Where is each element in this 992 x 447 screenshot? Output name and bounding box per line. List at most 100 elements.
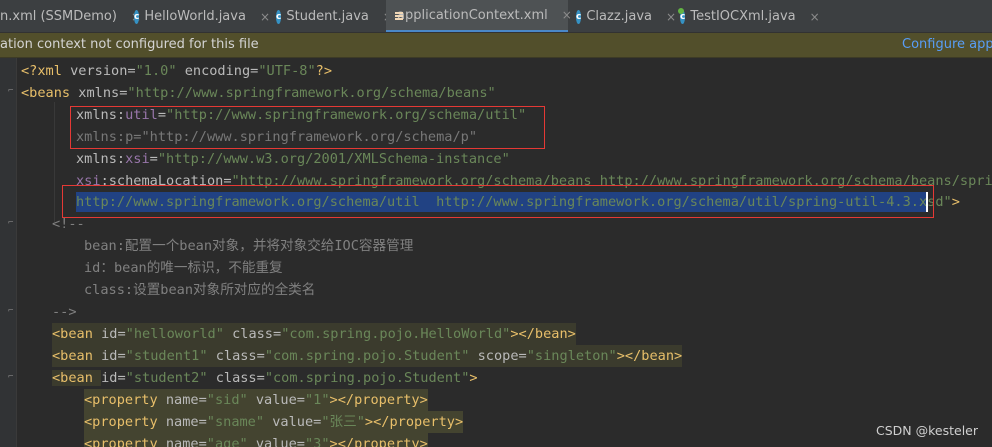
token: <!-- bbox=[52, 216, 85, 232]
token: "http://www.springframework.org/schema/b… bbox=[127, 85, 496, 101]
token: bean:配置一个bean对象，并将对象交给IOC容器管理 bbox=[84, 238, 414, 254]
indent-guide bbox=[54, 102, 55, 222]
token: = bbox=[149, 151, 158, 167]
tab-testiocxml-java[interactable]: c TestIOCXml.java × bbox=[674, 0, 820, 32]
token: "UTF-8" bbox=[258, 63, 316, 79]
test-class-icon: c bbox=[677, 7, 686, 24]
tab-label: Student.java bbox=[286, 9, 369, 24]
code-line: <bean id="student2" class="com.spring.po… bbox=[52, 367, 478, 389]
token: "1" bbox=[304, 392, 330, 408]
token: <bean bbox=[52, 370, 102, 386]
tab-clazz-java[interactable]: c Clazz.java × bbox=[570, 0, 676, 32]
tab-label: applicationContext.xml bbox=[397, 7, 548, 23]
token: ></property> bbox=[329, 392, 428, 408]
token: "sname" bbox=[206, 414, 265, 430]
token: "3" bbox=[304, 436, 330, 447]
editor-tab-bar: n.xml (SSMDemo) × c HelloWorld.java × c … bbox=[0, 0, 992, 33]
token: value= bbox=[264, 414, 322, 430]
class-c-icon: c bbox=[276, 9, 282, 24]
token: "sid" bbox=[206, 392, 248, 408]
fold-icon[interactable]: ⌐ bbox=[8, 306, 13, 316]
token: id：bean的唯一标识，不能重复 bbox=[84, 260, 283, 276]
token: value= bbox=[247, 392, 305, 408]
token: id= bbox=[101, 326, 126, 342]
token: <property bbox=[84, 392, 166, 408]
token: <?xml bbox=[21, 63, 71, 79]
token: --> bbox=[52, 304, 77, 320]
token: > bbox=[951, 194, 960, 210]
token: <beans bbox=[21, 85, 79, 101]
close-icon[interactable]: × bbox=[260, 10, 270, 24]
token: "http://www.w3.org/2001/XMLSchema-instan… bbox=[157, 151, 510, 167]
token: "张三" bbox=[321, 414, 365, 430]
tab-label: n.xml (SSMDemo) bbox=[0, 9, 117, 24]
configure-link[interactable]: Configure appli bbox=[902, 37, 992, 52]
ide-window: n.xml (SSMDemo) × c HelloWorld.java × c … bbox=[0, 0, 992, 447]
code-line: <property name="age" value="3"></propert… bbox=[84, 433, 428, 447]
code-line: class:设置bean对象所对应的全类名 bbox=[84, 279, 315, 301]
token: "helloworld" bbox=[125, 326, 224, 342]
code-line: id：bean的唯一标识，不能重复 bbox=[84, 257, 283, 279]
token: "singleton" bbox=[526, 348, 617, 364]
token: id= bbox=[101, 370, 126, 386]
token: version= bbox=[70, 63, 136, 79]
code-line: <bean id="helloworld" class="com.spring.… bbox=[52, 323, 576, 345]
token: name= bbox=[165, 392, 207, 408]
token: class:设置bean对象所对应的全类名 bbox=[84, 282, 316, 298]
tab-label: TestIOCXml.java bbox=[690, 9, 796, 24]
tab-label: HelloWorld.java bbox=[144, 9, 246, 24]
token: scope= bbox=[469, 348, 527, 364]
editor-gutter: ⌐ ⌐ ⌐ ⌐ bbox=[0, 58, 17, 447]
token: name= bbox=[165, 436, 207, 447]
code-line: --> bbox=[52, 301, 77, 323]
tab-pom-xml[interactable]: n.xml (SSMDemo) × bbox=[0, 0, 141, 32]
token: <bean bbox=[52, 348, 102, 364]
token: <property bbox=[84, 436, 166, 447]
fold-icon[interactable]: ⌐ bbox=[8, 218, 13, 228]
token: <bean bbox=[52, 326, 102, 342]
code-line: <property name="sid" value="1"></propert… bbox=[84, 389, 428, 411]
token: ?> bbox=[315, 63, 333, 79]
token: class= bbox=[207, 348, 265, 364]
annotation-box-namespaces bbox=[70, 106, 545, 149]
token: name= bbox=[165, 414, 207, 430]
code-line: xmlns:xsi="http://www.w3.org/2001/XMLSch… bbox=[76, 148, 510, 170]
token: xsi bbox=[125, 151, 150, 167]
token: ></property> bbox=[364, 414, 464, 430]
code-line: <?xml version="1.0" encoding="UTF-8"?> bbox=[21, 60, 332, 82]
tab-applicationcontext-xml[interactable]: applicationContext.xml × bbox=[386, 0, 572, 32]
token: xmlns: bbox=[76, 151, 126, 167]
token: class= bbox=[223, 326, 282, 342]
token: ></bean> bbox=[616, 348, 683, 364]
token: "student2" bbox=[125, 370, 208, 386]
token: "com.spring.pojo.Student" bbox=[264, 348, 470, 364]
code-line: <beans xmlns="http://www.springframework… bbox=[21, 82, 496, 104]
token: ></property> bbox=[329, 436, 428, 447]
class-c-icon: c bbox=[134, 9, 140, 24]
token: > bbox=[469, 370, 478, 386]
code-line: <property name="sname" value="张三"></prop… bbox=[84, 411, 464, 433]
code-editor[interactable]: ⌐ ⌐ ⌐ ⌐ <?xml version="1.0" encoding="UT… bbox=[0, 58, 992, 447]
token: id= bbox=[101, 348, 126, 364]
close-icon[interactable]: × bbox=[810, 10, 820, 24]
token: "com.spring.pojo.HelloWorld" bbox=[281, 326, 511, 342]
token: <property bbox=[84, 414, 166, 430]
fold-icon[interactable]: ⌐ bbox=[8, 372, 13, 382]
tab-student-java[interactable]: c Student.java × bbox=[270, 0, 393, 32]
annotation-box-schema-location bbox=[62, 185, 934, 218]
notification-bar: ation context not configured for this fi… bbox=[0, 33, 992, 58]
token: " bbox=[943, 194, 952, 210]
token: ></bean> bbox=[510, 326, 576, 342]
token: "com.spring.pojo.Student" bbox=[264, 370, 470, 386]
token: xmlns= bbox=[78, 85, 128, 101]
code-line: <bean id="student1" class="com.spring.po… bbox=[52, 345, 683, 367]
watermark: CSDN @kesteler bbox=[876, 423, 979, 438]
tab-helloworld-java[interactable]: c HelloWorld.java × bbox=[128, 0, 270, 32]
token: value= bbox=[247, 436, 305, 447]
fold-icon[interactable]: ⌐ bbox=[8, 86, 13, 96]
tab-label: Clazz.java bbox=[586, 9, 653, 24]
notification-text: ation context not configured for this fi… bbox=[0, 37, 259, 52]
token: class= bbox=[207, 370, 265, 386]
token: "student1" bbox=[125, 348, 208, 364]
class-c-icon: c bbox=[576, 9, 582, 24]
